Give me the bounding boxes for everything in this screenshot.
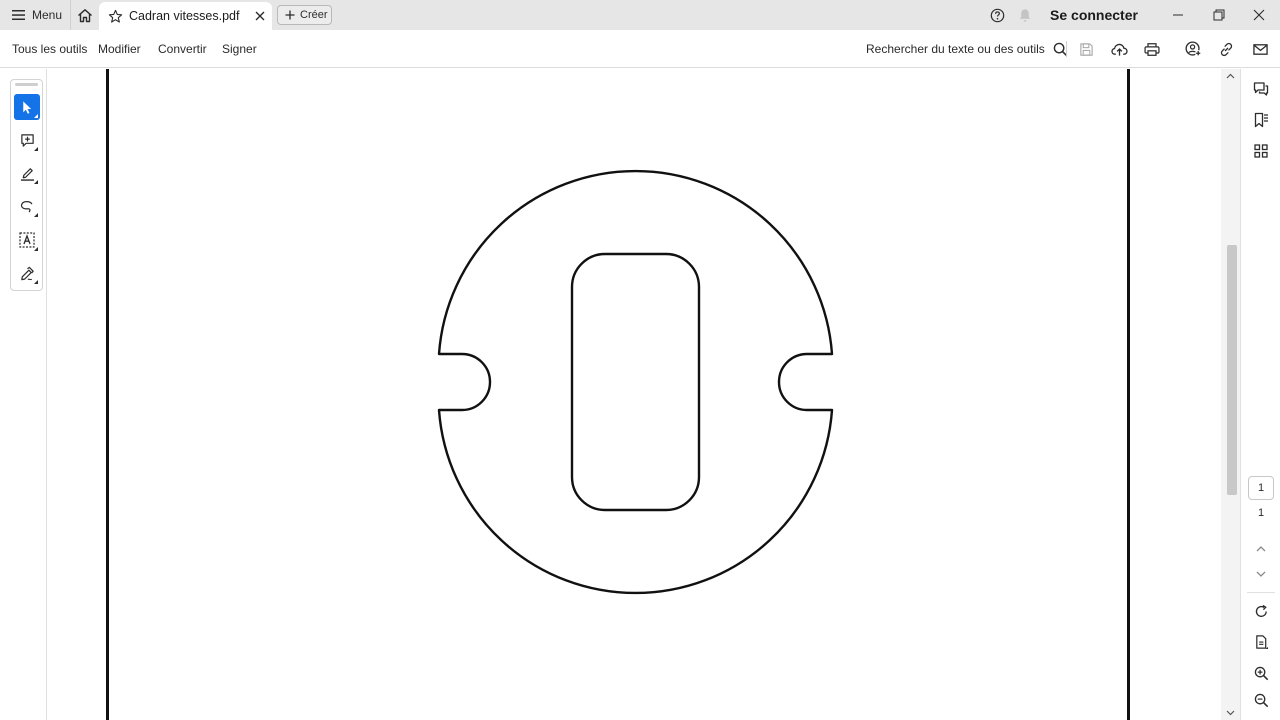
thumbnails-icon [1254,144,1268,158]
bell-icon [1019,8,1031,22]
tab-title: Cadran vitesses.pdf [129,9,240,23]
mail-icon [1252,43,1268,55]
plus-icon [285,10,295,20]
select-tool-button[interactable] [14,94,40,120]
dial-window-cutout [570,252,701,512]
menu-sign[interactable]: Signer [222,30,257,68]
title-bar: Menu Cadran vitesses.pdf Créer Se connec… [0,0,1280,30]
window-restore-button[interactable] [1205,0,1233,30]
search-tools-button[interactable]: Rechercher du texte ou des outils [866,30,1068,68]
select-pointer-icon [23,100,32,114]
tab-close-button[interactable] [248,4,272,28]
total-pages-label: 1 [1257,507,1265,519]
tab-document[interactable]: Cadran vitesses.pdf [99,2,272,30]
copy-link-button[interactable] [1213,30,1239,68]
page-display-button[interactable] [1247,629,1275,655]
menu-convert[interactable]: Convertir [158,30,207,68]
star-icon[interactable] [108,9,123,24]
signin-button[interactable]: Se connecter [1046,0,1142,30]
create-button[interactable]: Créer [277,5,332,25]
printer-icon [1144,42,1160,56]
close-icon [1253,9,1265,21]
toolbar-divider [1066,41,1067,57]
panel-divider [1247,592,1275,593]
next-page-button[interactable] [1247,561,1275,587]
upload-cloud-button[interactable] [1106,30,1132,68]
main-toolbar: Tous les outils Modifier Convertir Signe… [0,30,1280,68]
quick-tools-box [10,79,43,291]
vertical-scrollbar[interactable] [1221,69,1240,720]
quick-tools-panel [0,69,47,720]
search-label: Rechercher du texte ou des outils [866,42,1045,56]
home-button[interactable] [70,0,98,30]
text-tool-button[interactable] [14,227,40,253]
zoom-in-button[interactable] [1247,660,1275,686]
chevron-down-icon [1256,571,1266,577]
save-button[interactable] [1073,30,1099,68]
minimize-icon [1173,14,1183,16]
zoom-out-button[interactable] [1247,687,1275,713]
document-info-icon [1255,635,1268,650]
zoom-out-icon [1254,693,1268,707]
scroll-down-button[interactable] [1221,706,1240,720]
add-user-icon [1184,41,1201,57]
window-close-button[interactable] [1245,0,1273,30]
comments-panel-button[interactable] [1247,76,1275,102]
cloud-upload-icon [1110,43,1128,56]
email-button[interactable] [1247,30,1273,68]
scroll-up-button[interactable] [1221,69,1240,83]
zoom-in-icon [1254,666,1268,680]
fill-sign-icon [21,266,34,280]
toolbox-drag-handle[interactable] [15,83,38,86]
menu-all-tools[interactable]: Tous les outils [12,30,87,68]
home-icon [77,8,92,22]
print-button[interactable] [1139,30,1165,68]
right-side-panel: 1 1 [1240,69,1280,720]
notifications-button[interactable] [1015,0,1035,30]
text-select-icon [19,232,35,248]
help-button[interactable] [987,0,1007,30]
draw-tool-button[interactable] [14,193,40,219]
create-label: Créer [300,9,328,21]
rotate-icon [1255,604,1267,617]
menu-label: Menu [32,8,63,22]
chevron-down-icon [1226,710,1235,716]
fill-sign-tool-button[interactable] [14,260,40,286]
current-page-input[interactable]: 1 [1248,476,1274,500]
document-viewport[interactable] [47,69,1180,720]
draw-freeform-icon [20,200,33,212]
thumbnails-panel-button[interactable] [1247,138,1275,164]
window-minimize-button[interactable] [1164,0,1192,30]
help-icon [990,8,1004,22]
link-icon [1220,42,1232,56]
menu-button[interactable]: Menu [0,0,70,30]
bookmarks-icon [1254,112,1268,128]
chevron-up-icon [1256,545,1266,551]
menu-edit[interactable]: Modifier [98,30,141,68]
speed-dial-drawing [437,169,834,595]
close-icon [255,11,265,21]
highlight-tool-button[interactable] [14,160,40,186]
share-user-button[interactable] [1180,30,1206,68]
rotate-view-button[interactable] [1247,598,1275,624]
chevron-up-icon [1226,73,1235,79]
highlight-pen-icon [20,167,34,181]
bookmarks-panel-button[interactable] [1247,107,1275,133]
hamburger-icon [12,10,25,20]
add-comment-tool-button[interactable] [14,127,40,153]
save-icon [1079,42,1093,56]
comments-icon [1253,82,1269,96]
previous-page-button[interactable] [1247,535,1275,561]
add-comment-icon [20,133,34,147]
scrollbar-thumb[interactable] [1227,245,1237,495]
dial-outline [437,169,834,595]
restore-icon [1213,9,1225,21]
